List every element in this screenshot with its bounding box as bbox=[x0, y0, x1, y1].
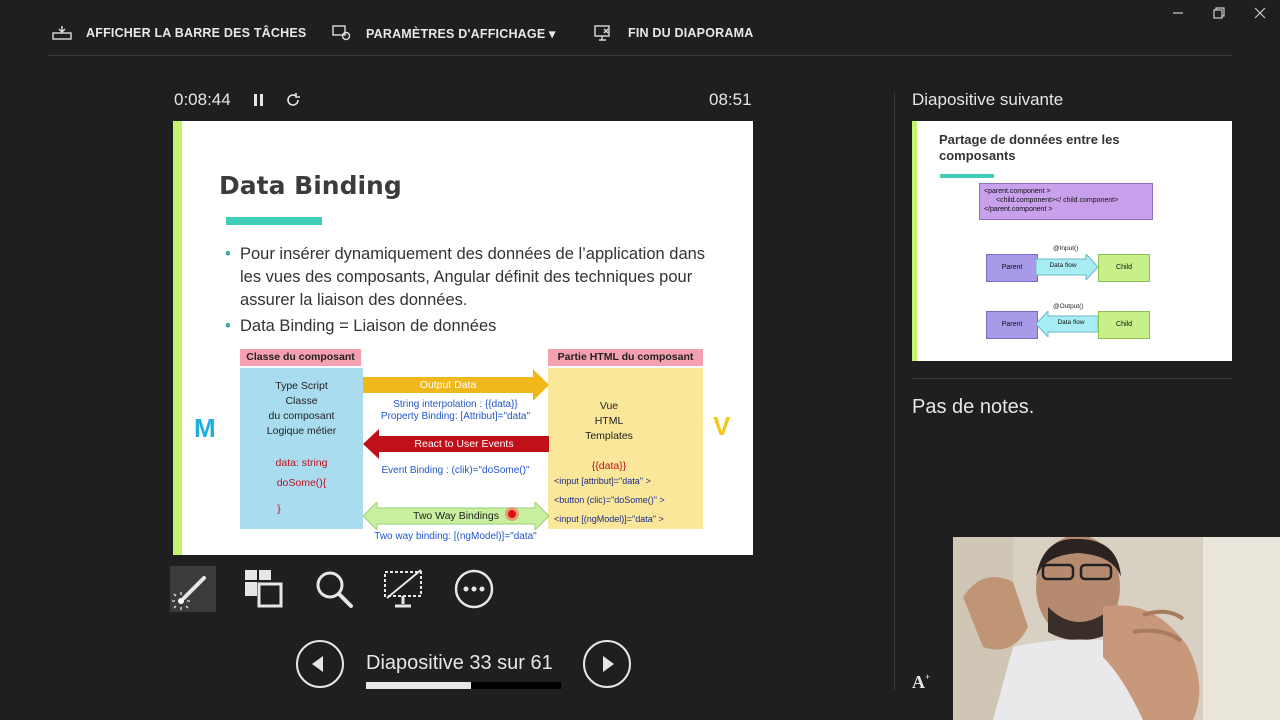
class-line: du composant bbox=[268, 410, 335, 422]
class-code: } bbox=[277, 503, 281, 515]
html-code: <input [(ngModel)]="data" > bbox=[554, 514, 664, 524]
preview-flow-label: Data flow bbox=[1049, 262, 1077, 269]
html-line: HTML bbox=[594, 415, 624, 427]
display-settings-icon bbox=[332, 25, 351, 41]
zoom-button[interactable] bbox=[311, 566, 357, 612]
component-class-box: Type Script Classe du composant Logique … bbox=[240, 368, 363, 529]
more-options-icon bbox=[454, 569, 494, 609]
bullet-item: Data Binding = Liaison de données bbox=[225, 315, 725, 338]
title-underline bbox=[226, 217, 322, 225]
current-slide: Data Binding Pour insérer dynamiquement … bbox=[173, 121, 753, 555]
minimize-icon[interactable] bbox=[1171, 6, 1185, 20]
html-line: Vue bbox=[599, 400, 619, 412]
black-screen-icon bbox=[384, 569, 422, 608]
preview-input-label: @Input() bbox=[1053, 245, 1079, 252]
see-all-slides-icon bbox=[245, 570, 283, 608]
slide-progress-fill bbox=[366, 682, 472, 689]
taskbar-icon bbox=[52, 26, 72, 40]
display-settings-label: PARAMÈTRES D'AFFICHAGE ▾ bbox=[366, 26, 556, 41]
html-part-header: Partie HTML du composant bbox=[548, 349, 703, 366]
html-part-box: Vue HTML Templates {{data}} <input [attr… bbox=[548, 368, 703, 529]
zoom-icon bbox=[316, 571, 353, 608]
preview-code-box: <parent.component > <child.component></ … bbox=[979, 183, 1153, 220]
font-size-icon: A bbox=[912, 672, 925, 692]
see-all-slides-button[interactable] bbox=[241, 566, 287, 612]
clock: 08:51 bbox=[709, 90, 752, 109]
pane-divider bbox=[894, 92, 895, 690]
pause-icon[interactable] bbox=[252, 93, 266, 107]
output-data-label: Output Data bbox=[419, 379, 477, 391]
display-settings-button[interactable]: PARAMÈTRES D'AFFICHAGE ▾ bbox=[332, 24, 556, 42]
notes-font-size-button[interactable]: A+ bbox=[912, 672, 930, 693]
end-slideshow-label: FIN DU DIAPORAMA bbox=[628, 26, 754, 40]
class-line: Classe bbox=[285, 395, 318, 407]
show-taskbar-label: AFFICHER LA BARRE DES TÂCHES bbox=[86, 26, 307, 40]
preview-child-box: Child bbox=[1098, 254, 1150, 282]
previous-slide-button[interactable] bbox=[296, 640, 344, 688]
toolbar-divider bbox=[48, 55, 1232, 56]
two-way-label: Two Way Bindings bbox=[413, 510, 499, 522]
view-letter: V bbox=[713, 411, 731, 441]
preview-code: <child.component></ child.component> bbox=[996, 197, 1119, 204]
preview-underline bbox=[940, 174, 994, 178]
font-size-plus-icon: + bbox=[925, 672, 931, 682]
preview-accent-bar bbox=[912, 121, 917, 361]
notes-divider bbox=[912, 378, 1232, 379]
slide-bullets: Pour insérer dynamiquement des données d… bbox=[225, 243, 725, 341]
restore-icon[interactable] bbox=[1212, 6, 1226, 20]
end-slideshow-button[interactable]: FIN DU DIAPORAMA bbox=[594, 24, 753, 42]
presenter-toolbar: AFFICHER LA BARRE DES TÂCHES PARAMÈTRES … bbox=[0, 0, 1280, 56]
preview-code: <parent.component > bbox=[984, 188, 1051, 195]
slide-counter: Diapositive 33 sur 61 bbox=[366, 652, 553, 674]
two-way-line: Two way binding: [(ngModel)]="data" bbox=[374, 531, 537, 542]
html-line: Templates bbox=[585, 430, 633, 442]
binding-diagram: M V Classe du composant Type Script Clas… bbox=[173, 347, 753, 555]
property-binding-line: Property Binding: [Attribut]="data" bbox=[380, 411, 531, 422]
html-data: {{data}} bbox=[591, 460, 627, 472]
black-screen-button[interactable] bbox=[381, 566, 427, 612]
laser-pen-button[interactable] bbox=[170, 566, 216, 612]
class-code: data: string bbox=[275, 457, 328, 469]
preview-parent-box: Parent bbox=[986, 254, 1038, 282]
model-letter: M bbox=[194, 413, 216, 443]
preview-output-label: @Output() bbox=[1053, 303, 1084, 310]
close-icon[interactable] bbox=[1253, 6, 1267, 20]
preview-code: </parent.component > bbox=[984, 206, 1053, 213]
restart-timer-icon[interactable] bbox=[285, 92, 301, 108]
webcam-feed-image bbox=[953, 537, 1280, 720]
preview-parent-box: Parent bbox=[986, 311, 1038, 339]
slide-progress-bar bbox=[366, 682, 561, 689]
end-slideshow-icon bbox=[594, 25, 610, 41]
event-binding-line: Event Binding : (clik)="doSome()" bbox=[381, 465, 530, 476]
class-line: Logique métier bbox=[266, 425, 337, 437]
preview-child-box: Child bbox=[1098, 311, 1150, 339]
speaker-notes: Pas de notes. bbox=[912, 396, 1035, 418]
next-slide-label: Diapositive suivante bbox=[912, 90, 1064, 109]
elapsed-timer: 0:08:44 bbox=[174, 90, 231, 109]
webcam-overlay bbox=[953, 537, 1280, 720]
class-line: Type Script bbox=[275, 380, 328, 392]
component-class-header: Classe du composant bbox=[240, 349, 361, 366]
next-slide-button[interactable] bbox=[583, 640, 631, 688]
more-options-button[interactable] bbox=[451, 566, 497, 612]
html-code: <input [attribut]="data" > bbox=[554, 476, 651, 486]
preview-title: Partage de données entre les composants bbox=[939, 132, 1120, 163]
class-code: doSome(){ bbox=[276, 477, 327, 489]
bullet-item: Pour insérer dynamiquement des données d… bbox=[225, 243, 725, 312]
html-code: <button (clic)="doSome()" > bbox=[554, 495, 665, 505]
laser-pointer-dot bbox=[505, 507, 519, 521]
preview-flow-label: Data flow bbox=[1057, 319, 1085, 326]
next-slide-preview[interactable]: Partage de données entre les composants … bbox=[912, 121, 1232, 361]
slide-title: Data Binding bbox=[219, 171, 402, 200]
show-taskbar-button[interactable]: AFFICHER LA BARRE DES TÂCHES bbox=[52, 24, 306, 42]
user-events-label: React to User Events bbox=[414, 438, 514, 450]
laser-pen-icon bbox=[172, 576, 206, 610]
